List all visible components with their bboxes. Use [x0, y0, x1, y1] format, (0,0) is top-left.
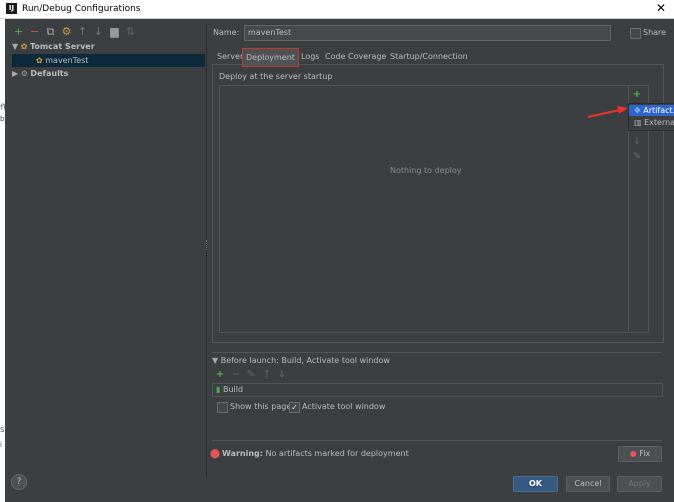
collapse-icon[interactable]: ▶	[12, 69, 18, 78]
collapse-icon: ▼	[212, 356, 219, 365]
tomcat-icon: ✿	[20, 42, 28, 51]
sort-icon[interactable]: ⇅	[125, 26, 136, 37]
help-button[interactable]: ?	[11, 474, 27, 490]
share-label: Share	[643, 28, 667, 37]
divider	[212, 352, 662, 353]
tab-startup-connection[interactable]: Startup/Connection	[387, 50, 471, 64]
move-up-icon[interactable]: ↑	[262, 370, 272, 380]
edit-icon[interactable]: ✎	[632, 152, 642, 162]
background-text: i	[0, 441, 2, 449]
tomcat-icon: ✿	[36, 56, 43, 65]
edit-icon[interactable]: ✎	[246, 370, 256, 380]
tab-code-coverage[interactable]: Code Coverage	[322, 50, 389, 64]
name-label: Name:	[213, 28, 240, 37]
apply-button[interactable]: Apply	[617, 476, 662, 492]
menu-item-artifact[interactable]: ✥ Artifact...	[629, 105, 674, 116]
warning-bold: Warning:	[222, 449, 263, 458]
move-down-icon[interactable]: ↓	[632, 137, 642, 147]
app-icon: IJ	[6, 3, 17, 14]
warning-message: No artifacts marked for deployment	[262, 449, 409, 458]
folder-icon[interactable]: ▆	[109, 26, 120, 37]
splitter-handle[interactable]	[206, 240, 210, 250]
artifact-icon: ✥	[634, 106, 641, 115]
warning-text: Warning: No artifacts marked for deploym…	[222, 449, 409, 458]
divider	[212, 440, 662, 441]
add-icon[interactable]: +	[13, 26, 24, 37]
move-up-icon[interactable]: ↑	[77, 26, 88, 37]
ok-button[interactable]: OK	[513, 476, 558, 492]
activate-tool-window-checkbox[interactable]: ✓	[289, 402, 300, 413]
move-down-icon[interactable]: ↓	[277, 370, 287, 380]
tree-item-label: Tomcat Server	[29, 42, 95, 51]
fix-button[interactable]: ● Fix	[618, 446, 662, 462]
tree-item-label: mavenTest	[45, 56, 89, 65]
background-text: b	[0, 115, 5, 123]
before-launch-header[interactable]: ▼ Before launch: Build, Activate tool wi…	[212, 356, 390, 365]
tree-item-tomcat-server[interactable]: ▼ ✿ Tomcat Server	[12, 40, 95, 53]
fix-label: Fix	[639, 449, 651, 458]
close-icon[interactable]: ✕	[656, 1, 666, 15]
show-page-checkbox[interactable]	[217, 402, 228, 413]
menu-item-external[interactable]: ▥ External	[629, 117, 674, 128]
deployment-list[interactable]	[219, 85, 649, 333]
wrench-icon[interactable]: ⚙	[61, 26, 72, 37]
share-checkbox[interactable]	[630, 28, 641, 39]
remove-icon[interactable]: −	[231, 370, 241, 380]
remove-icon[interactable]: −	[29, 26, 40, 37]
red-arrow-annotation	[587, 106, 628, 118]
task-label: Build	[222, 385, 244, 394]
add-icon[interactable]: +	[215, 370, 225, 380]
expand-icon[interactable]: ▼	[12, 42, 18, 51]
build-icon: ▮	[216, 385, 221, 394]
background-text: S	[0, 426, 5, 434]
copy-icon[interactable]: ⧉	[45, 26, 56, 37]
tab-logs[interactable]: Logs	[298, 50, 322, 64]
move-down-icon[interactable]: ↓	[93, 26, 104, 37]
tree-item-defaults[interactable]: ▶ ⚙ Defaults	[12, 67, 68, 80]
deploy-section-label: Deploy at the server startup	[219, 72, 333, 81]
show-page-label: Show this page	[230, 402, 292, 411]
empty-list-text: Nothing to deploy	[390, 166, 462, 175]
library-icon: ▥	[634, 118, 642, 127]
window-title: Run/Debug Configurations	[22, 4, 141, 14]
tree-item-maven-test[interactable]: ✿ mavenTest	[12, 54, 205, 67]
background-window-edge: 作 b S i	[0, 19, 7, 502]
title-bar: IJ Run/Debug Configurations ✕	[0, 0, 674, 19]
configurations-tree-panel	[6, 24, 207, 478]
add-icon[interactable]: +	[632, 90, 642, 100]
before-launch-task-list[interactable]: ▮ Build	[212, 383, 663, 397]
menu-item-label: External	[644, 118, 674, 127]
before-launch-label: Before launch: Build, Activate tool wind…	[220, 356, 390, 365]
activate-tool-window-label: Activate tool window	[302, 402, 386, 411]
warning-icon: ⬤	[210, 449, 221, 459]
wrench-icon: ⚙	[20, 69, 28, 78]
add-popup-menu: ✥ Artifact... ▥ External	[628, 103, 674, 131]
bulb-icon: ●	[629, 449, 637, 458]
name-field[interactable]: mavenTest	[244, 25, 611, 41]
cancel-button[interactable]: Cancel	[566, 476, 610, 492]
menu-item-label: Artifact...	[643, 106, 674, 115]
tree-item-label: Defaults	[30, 69, 69, 78]
